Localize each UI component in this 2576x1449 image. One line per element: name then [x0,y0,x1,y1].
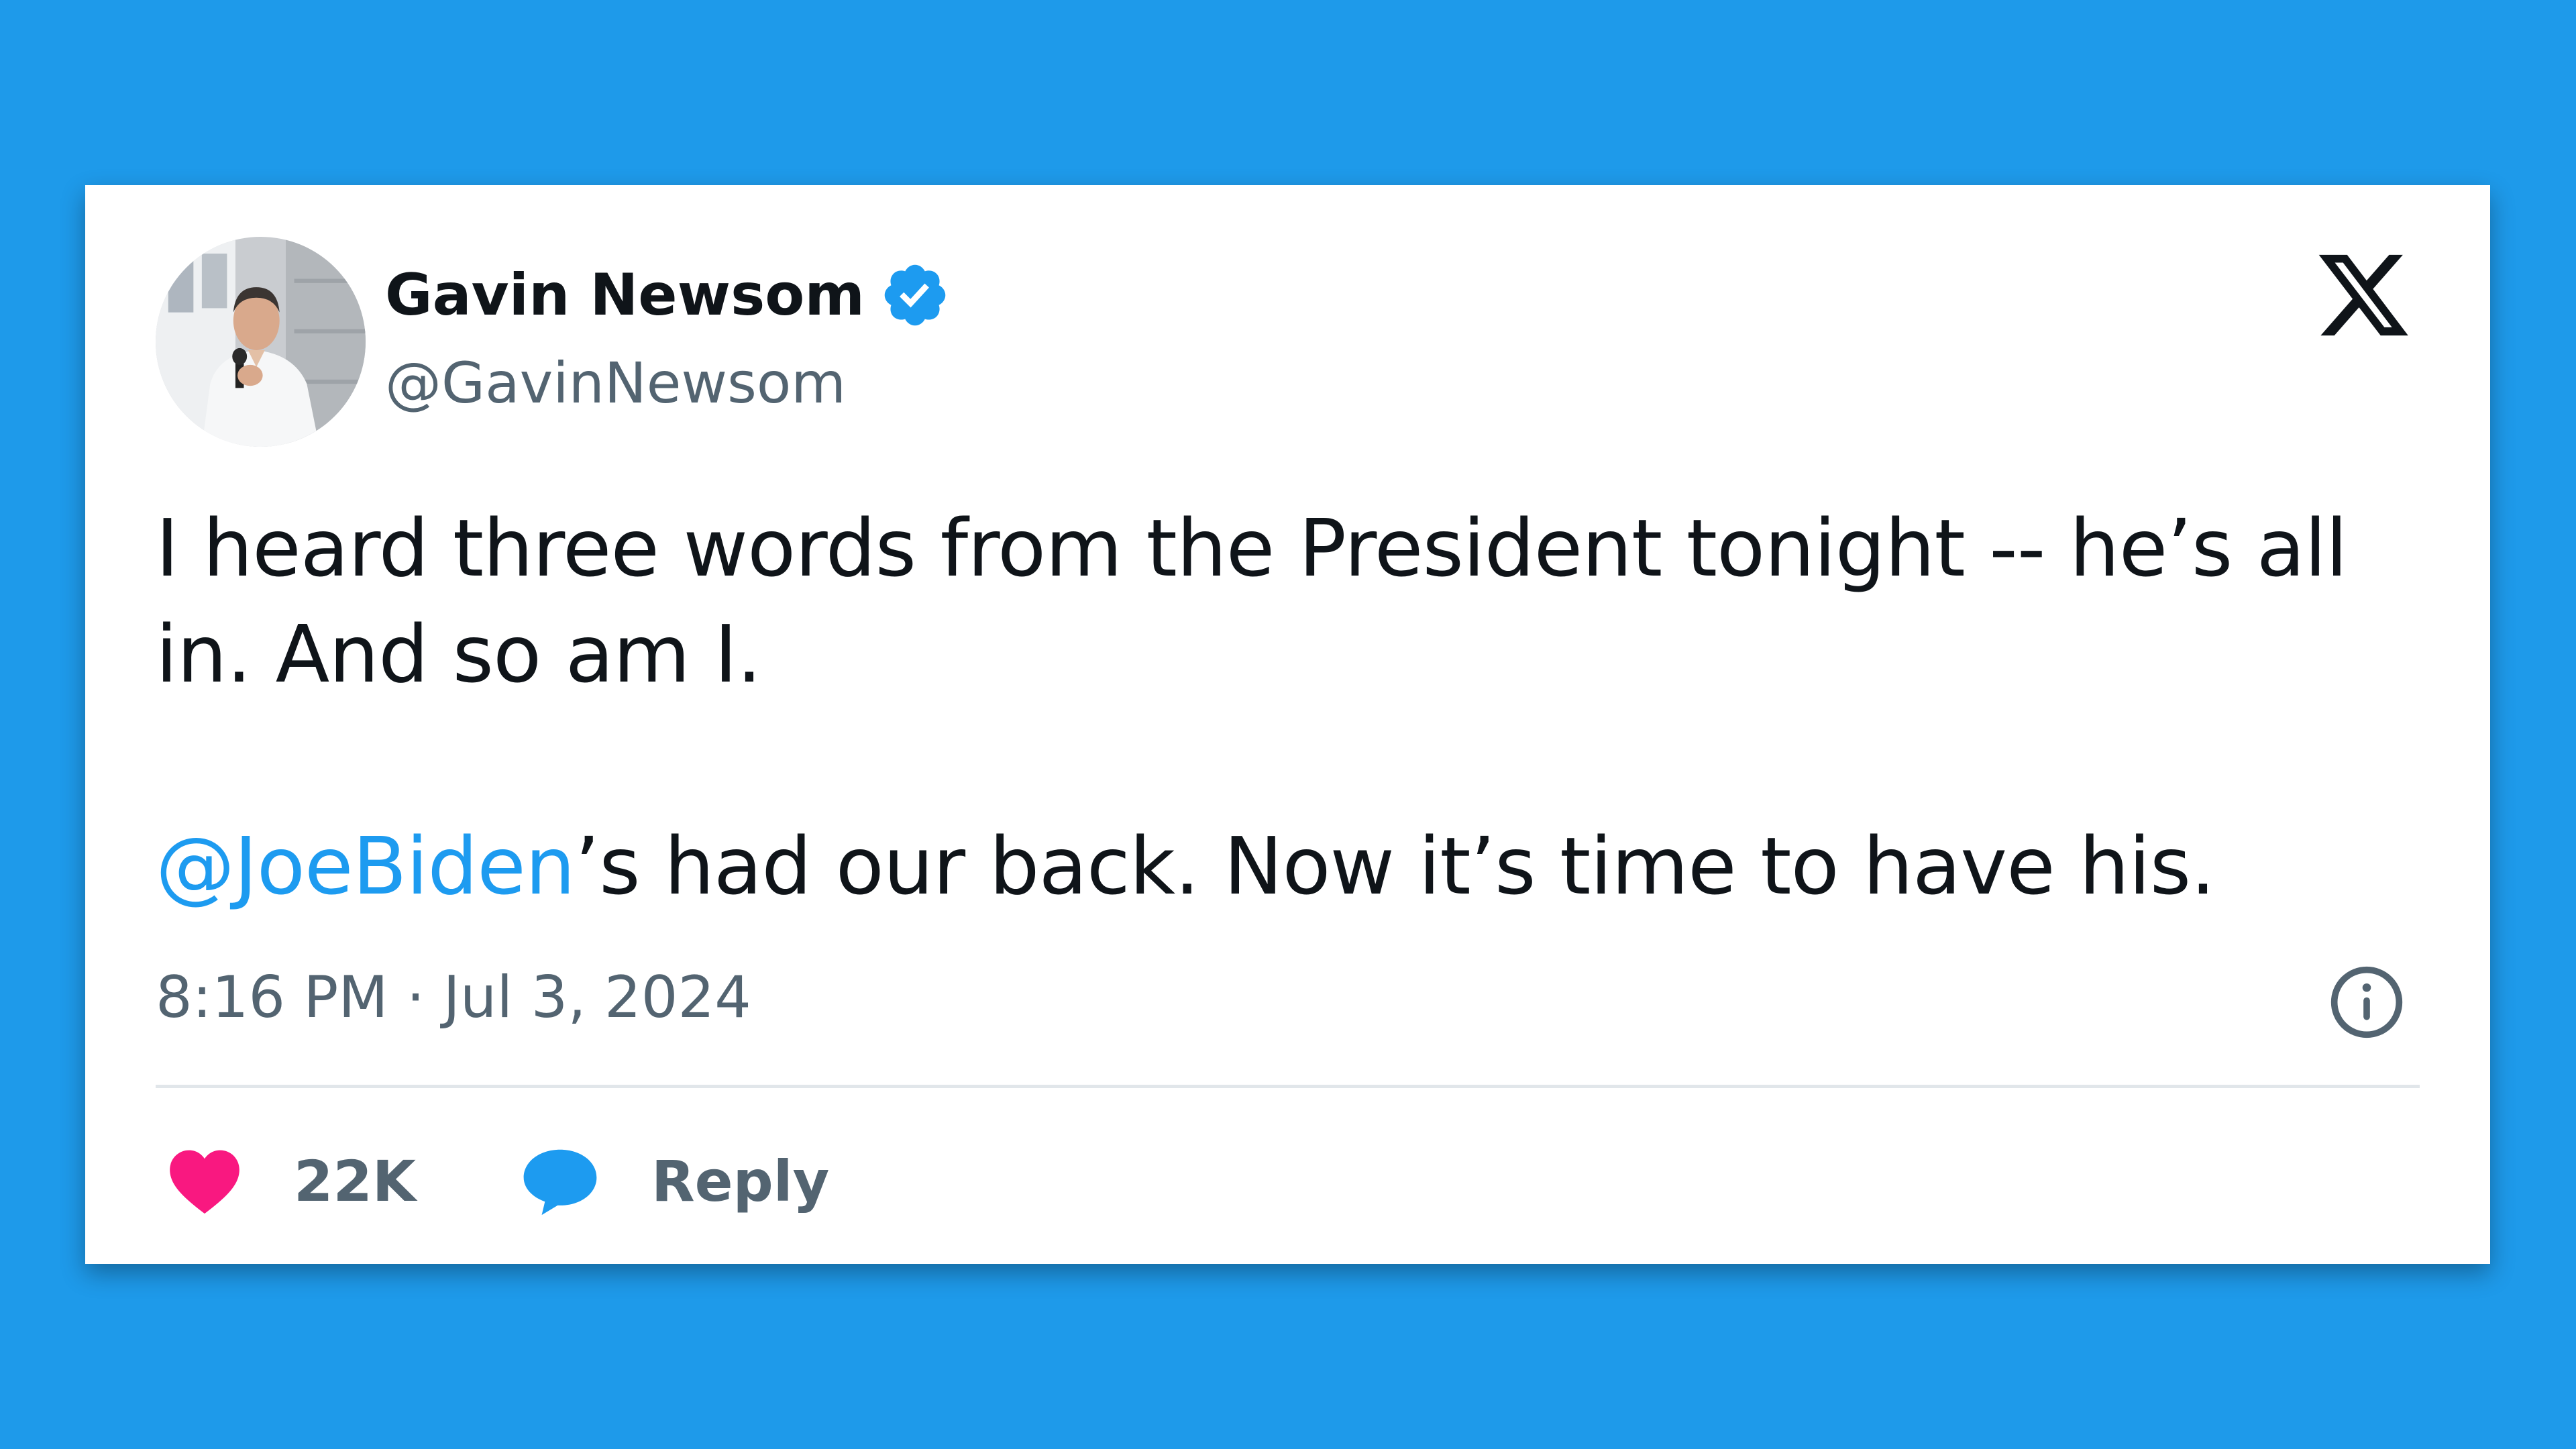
author-name-row: Gavin Newsom [385,255,951,335]
reply-label: Reply [651,1148,830,1214]
like-button[interactable]: 22K [166,1138,416,1225]
tweet-card: Gavin Newsom @GavinNewsom I heard three … [85,185,2490,1264]
avatar[interactable] [156,237,366,447]
author-handle[interactable]: @GavinNewsom [385,350,846,417]
reply-button[interactable]: Reply [521,1138,829,1225]
like-count: 22K [294,1148,416,1214]
info-icon[interactable] [2328,963,2406,1041]
divider [156,1085,2420,1088]
heart-icon [170,1150,239,1214]
verified-badge-icon [884,264,946,326]
mention-link[interactable]: @JoeBiden [156,820,576,912]
tweet-text-paragraph-2: @JoeBiden’s had our back. Now it’s time … [156,813,2436,919]
avatar-photo [156,237,366,447]
tweet-text-paragraph-1: I heard three words from the President t… [156,502,2348,700]
tweet-timestamp[interactable]: 8:16 PM · Jul 3, 2024 [156,963,751,1032]
tweet-text-paragraph-2-rest: ’s had our back. Now it’s time to have h… [574,820,2216,912]
author-display-name[interactable]: Gavin Newsom [385,266,865,324]
tweet-text: I heard three words from the President t… [156,495,2436,919]
x-logo-icon[interactable] [2314,246,2413,345]
speech-bubble-icon [523,1149,597,1216]
